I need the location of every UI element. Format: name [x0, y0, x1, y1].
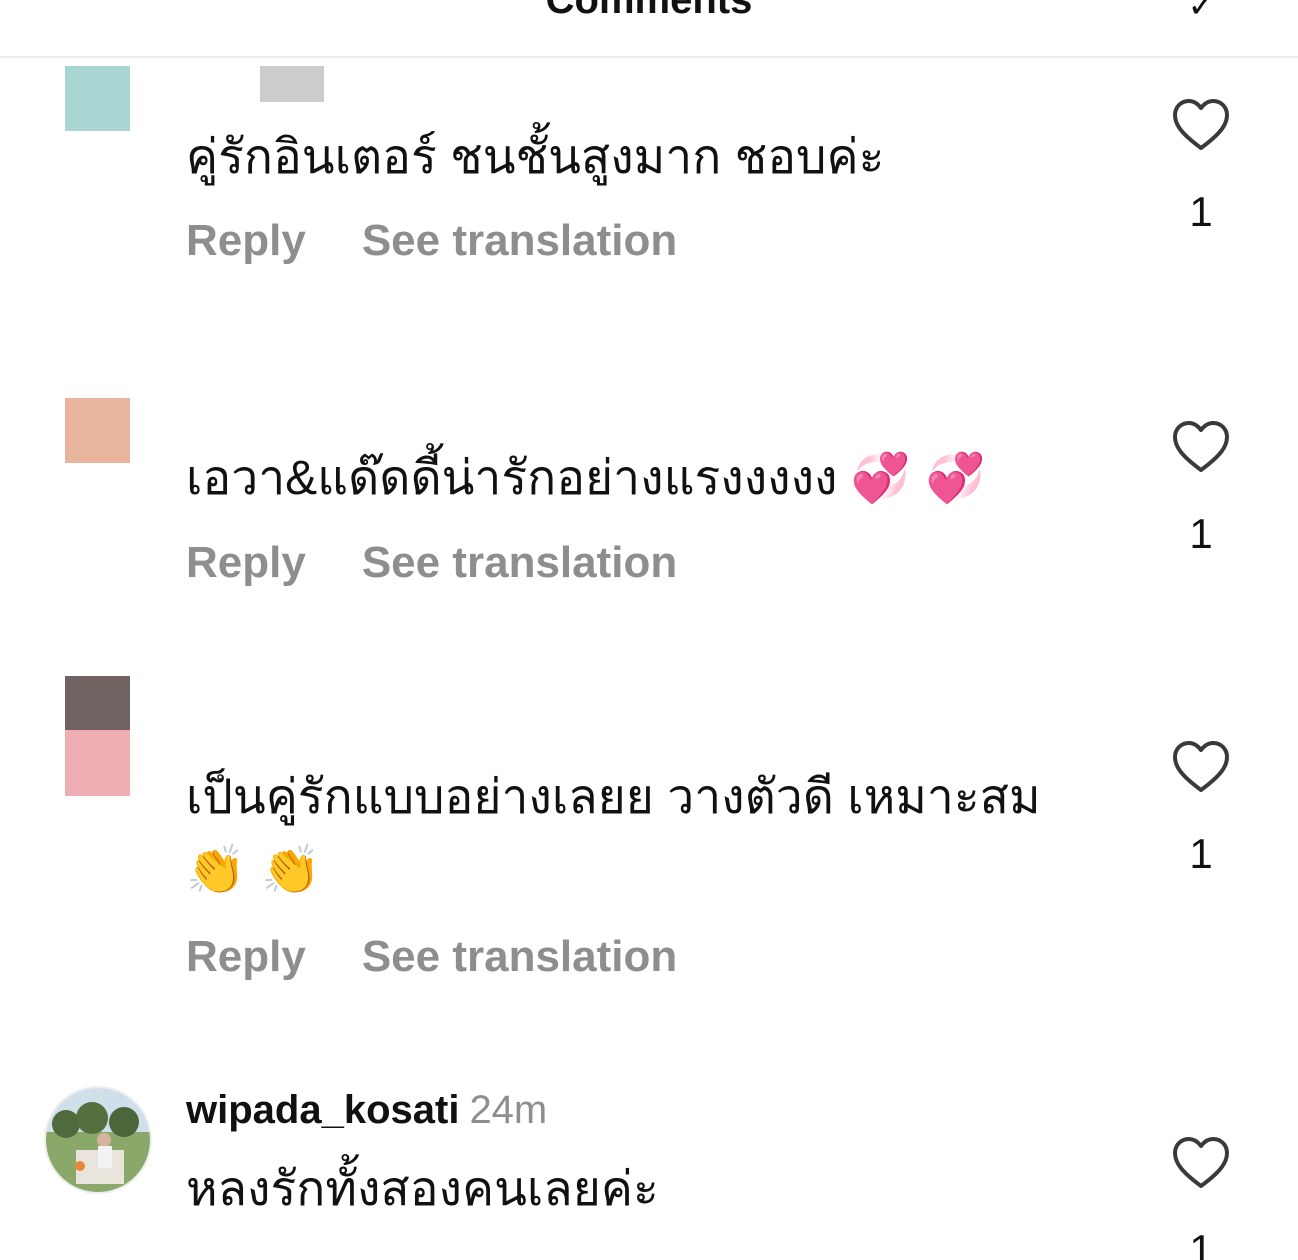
comments-header: Comments ✓: [0, 0, 1298, 58]
page-title: Comments: [545, 0, 753, 22]
clapping-hands-emoji: 👏 👏: [186, 842, 321, 898]
avatar-lower: [65, 730, 130, 796]
avatar-photo: [46, 1088, 150, 1192]
like-count: 1: [1189, 188, 1213, 235]
comment-actions: Reply See translation: [186, 538, 677, 588]
comments-screen: Comments ✓ คู่รักอินเตอร์ ชนชั้นสูงมาก ช…: [0, 0, 1298, 1260]
see-translation-button[interactable]: See translation: [362, 216, 677, 266]
heart-icon[interactable]: [1172, 98, 1230, 152]
heart-icon[interactable]: [1172, 740, 1230, 794]
see-translation-button[interactable]: See translation: [362, 932, 677, 982]
like-control: 1: [1160, 420, 1242, 558]
like-control: 1: [1160, 98, 1242, 236]
heart-icon[interactable]: [1172, 420, 1230, 474]
like-count: 1: [1189, 1226, 1213, 1260]
comment-text: เป็นคู่รักแบบอย่างเลยย วางตัวดี เหมาะสม …: [186, 771, 1041, 898]
reply-button[interactable]: Reply: [186, 216, 306, 266]
avatar[interactable]: [44, 1086, 152, 1194]
see-translation-button[interactable]: See translation: [362, 538, 677, 588]
send-icon[interactable]: ✓: [1188, 0, 1217, 26]
comment-text: หลงรักทั้งสองคนเลยค่ะ: [186, 1163, 659, 1216]
heart-icon[interactable]: [1172, 1136, 1230, 1190]
username-redacted: [260, 66, 324, 102]
avatar[interactable]: [65, 66, 130, 131]
comment-text: เอวา&แด๊ดดี้น่ารักอย่างแรงงงงง 💞 💞: [186, 450, 986, 506]
like-control: 1: [1160, 1136, 1242, 1260]
username-row: wipada_kosati 24m: [186, 1088, 547, 1133]
comment-actions: Reply See translation: [186, 932, 677, 982]
comment-actions: Reply See translation: [186, 216, 677, 266]
avatar[interactable]: [65, 676, 130, 734]
like-count: 1: [1189, 510, 1213, 557]
like-control: 1: [1160, 740, 1242, 878]
avatar[interactable]: [65, 398, 130, 463]
like-count: 1: [1189, 830, 1213, 877]
reply-button[interactable]: Reply: [186, 932, 306, 982]
username[interactable]: wipada_kosati: [186, 1088, 459, 1132]
comment-text: คู่รักอินเตอร์ ชนชั้นสูงมาก ชอบค่ะ: [186, 131, 885, 184]
hearts-emoji: 💞 💞: [850, 450, 986, 506]
timestamp: 24m: [469, 1088, 548, 1132]
reply-button[interactable]: Reply: [186, 538, 306, 588]
